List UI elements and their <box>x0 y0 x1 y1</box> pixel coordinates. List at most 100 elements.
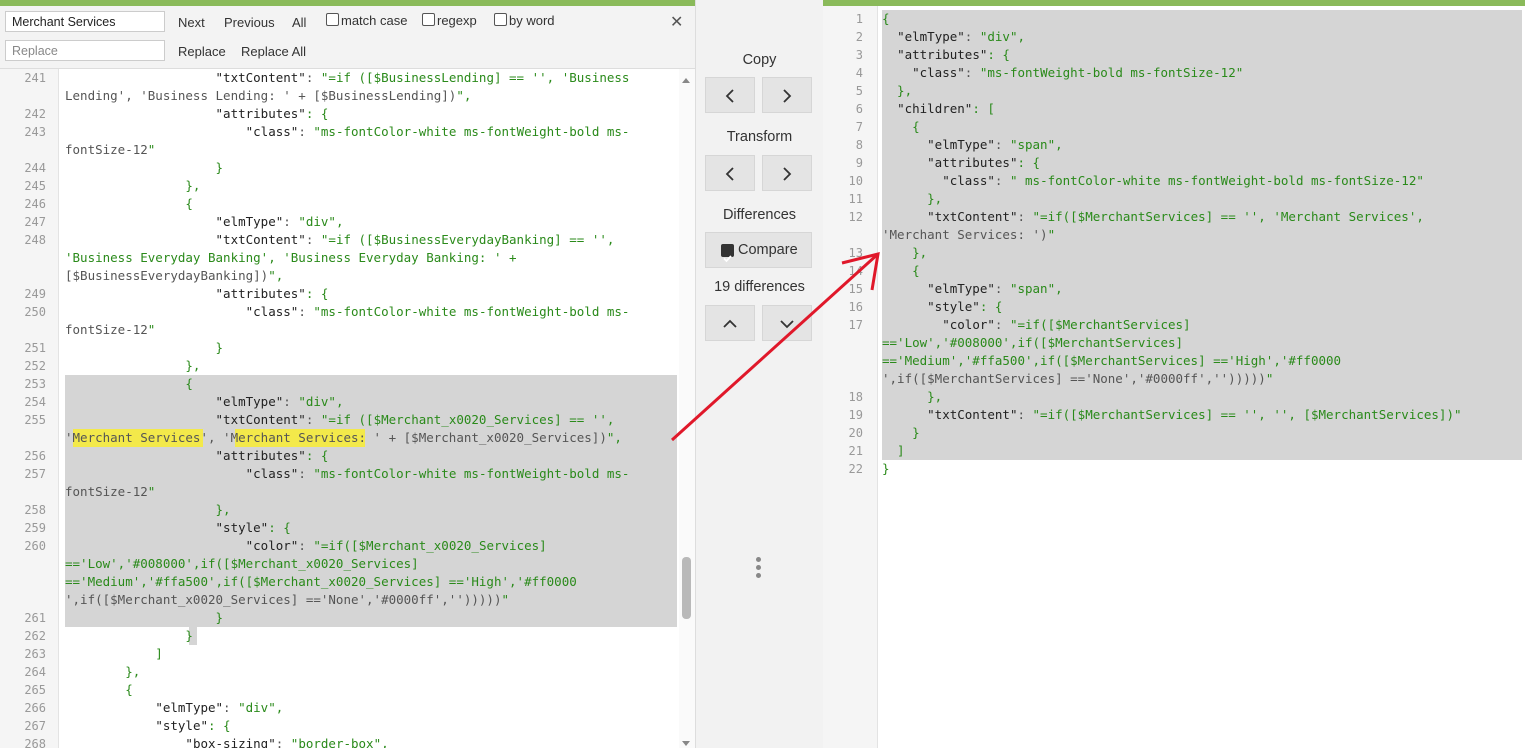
right-editor-pane: 1 2 3 4 5 6 7 8 9 10 11 12 13 14 15 16 17 18 19 20 21 22 { "e… <box>823 0 1525 748</box>
line-number: 252 <box>24 359 46 373</box>
line-number: 251 <box>24 341 46 355</box>
code-line: fontSize-12" <box>65 484 156 499</box>
line-number: 255 <box>24 413 46 427</box>
copy-right-button[interactable] <box>762 77 812 113</box>
scroll-thumb[interactable] <box>682 557 691 619</box>
code-line: "color": "=if([$MerchantServices] <box>942 317 1191 332</box>
code-line: "children": [ <box>897 101 995 116</box>
line-number: 242 <box>24 107 46 121</box>
code-line: { <box>882 11 890 26</box>
line-number: 250 <box>24 305 46 319</box>
line-number: 258 <box>24 503 46 517</box>
line-number: 21 <box>848 444 863 458</box>
code-line: { <box>65 376 193 391</box>
chevron-up-icon <box>723 319 737 328</box>
copy-left-button[interactable] <box>705 77 755 113</box>
search-input[interactable]: Merchant Services <box>5 11 165 32</box>
code-line: { <box>882 119 920 134</box>
match-case-label: match case <box>341 13 408 28</box>
line-number: 244 <box>24 161 46 175</box>
code-line: { <box>65 196 193 211</box>
code-line: }, <box>882 83 913 98</box>
transform-left-button[interactable] <box>705 155 755 191</box>
by-word-checkbox[interactable]: by word <box>494 13 555 28</box>
code-line: } <box>65 610 224 625</box>
code-line: "elmType": "div", <box>897 29 1026 44</box>
line-number: 243 <box>24 125 46 139</box>
chevron-right-icon <box>783 89 792 103</box>
chevron-left-icon <box>725 89 734 103</box>
code-line: =='Medium','#ffa500',if([$MerchantServic… <box>882 353 1342 368</box>
match-case-checkbox[interactable]: match case <box>326 13 407 28</box>
code-line: "class": "ms-fontColor-white ms-fontWeig… <box>245 466 630 481</box>
line-number: 18 <box>848 390 863 404</box>
transform-label: Transform <box>726 129 793 145</box>
code-line: [$BusinessEverydayBanking])", <box>65 268 284 283</box>
previous-difference-button[interactable] <box>705 305 755 341</box>
line-number: 265 <box>24 683 46 697</box>
code-line: fontSize-12" <box>65 142 156 157</box>
line-number: 254 <box>24 395 46 409</box>
next-button[interactable]: Next <box>178 15 205 30</box>
transform-right-button[interactable] <box>762 155 812 191</box>
code-line: "attributes": { <box>215 106 329 121</box>
line-number: 22 <box>848 462 863 476</box>
line-number: 249 <box>24 287 46 301</box>
line-number: 266 <box>24 701 46 715</box>
line-number: 15 <box>848 282 863 296</box>
line-number: 241 <box>24 71 46 85</box>
line-number <box>0 483 46 501</box>
replace-all-button[interactable]: Replace All <box>241 44 306 59</box>
code-line: "box-sizing": "border-box", <box>185 736 389 748</box>
compare-button[interactable]: Compare <box>705 232 812 268</box>
next-difference-button[interactable] <box>762 305 812 341</box>
right-gutter: 1 2 3 4 5 6 7 8 9 10 11 12 13 14 15 16 17 18 19 20 21 22 <box>823 6 878 748</box>
code-line: "elmType": "div", <box>215 394 344 409</box>
regexp-checkbox[interactable]: regexp <box>422 13 477 28</box>
right-code-area[interactable]: { "elmType": "div", "attributes": { "cla… <box>878 6 1525 748</box>
line-number: 6 <box>855 102 863 116</box>
code-line: }, <box>65 178 201 193</box>
code-line: } <box>65 340 224 355</box>
drag-handle-icon[interactable] <box>756 557 762 579</box>
code-line: "class": "ms-fontWeight-bold ms-fontSize… <box>912 65 1244 80</box>
replace-button[interactable]: Replace <box>178 44 226 59</box>
all-button[interactable]: All <box>292 15 306 30</box>
code-line: } <box>65 160 224 175</box>
close-icon[interactable]: ✕ <box>670 12 683 32</box>
line-number: 7 <box>855 120 863 134</box>
checkbox-icon <box>422 13 435 26</box>
checkbox-icon <box>494 13 507 26</box>
line-number <box>823 334 863 352</box>
line-number <box>0 321 46 339</box>
scroll-down-icon[interactable] <box>682 741 690 746</box>
line-number <box>823 226 863 244</box>
line-number <box>0 591 46 609</box>
line-number: 10 <box>848 174 863 188</box>
replace-input[interactable]: Replace <box>5 40 165 61</box>
line-number <box>0 429 46 447</box>
line-number: 246 <box>24 197 46 211</box>
code-line: "elmType": "div", <box>155 700 284 715</box>
code-line: }, <box>882 191 943 206</box>
line-number: 13 <box>848 246 863 260</box>
line-number <box>0 267 46 285</box>
code-line: "elmType": "span", <box>927 137 1063 152</box>
code-line: "attributes": { <box>215 286 329 301</box>
compare-label: Compare <box>738 242 798 258</box>
line-number <box>0 141 46 159</box>
code-line: =='Low','#008000',if([$Merchant_x0020_Se… <box>65 556 419 571</box>
code-line: ',if([$MerchantServices] =='None','#0000… <box>882 371 1274 386</box>
scroll-up-icon[interactable] <box>682 78 690 83</box>
code-line: } <box>65 628 193 643</box>
line-number: 19 <box>848 408 863 422</box>
line-number: 268 <box>24 737 46 748</box>
checkbox-icon <box>326 13 339 26</box>
code-line: "color": "=if([$Merchant_x0020_Services] <box>245 538 547 553</box>
code-line: =='Low','#008000',if([$MerchantServices] <box>882 335 1184 350</box>
left-code-area[interactable]: "txtContent": "=if ([$BusinessLending] =… <box>59 69 679 748</box>
left-scrollbar[interactable] <box>679 69 695 748</box>
previous-button[interactable]: Previous <box>224 15 275 30</box>
line-number: 2 <box>855 30 863 44</box>
line-number: 17 <box>848 318 863 332</box>
